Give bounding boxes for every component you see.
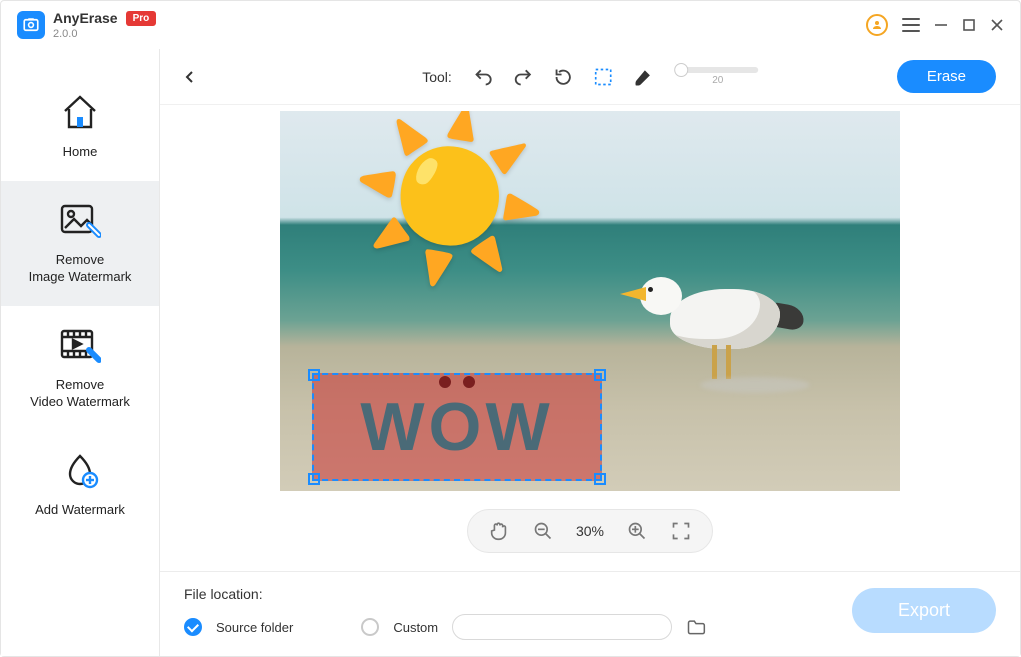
selection-handle-bl[interactable]	[308, 473, 320, 485]
sidebar-item-remove-video-watermark[interactable]: Remove Video Watermark	[1, 306, 159, 431]
main-panel: Tool: 20	[159, 49, 1020, 656]
source-folder-label: Source folder	[216, 620, 293, 635]
account-icon[interactable]	[866, 14, 888, 36]
toolbar: Tool: 20	[160, 49, 1020, 105]
marquee-tool-button[interactable]	[592, 66, 614, 88]
sidebar-item-label: Add Watermark	[35, 501, 125, 519]
titlebar: AnyErase Pro 2.0.0	[1, 1, 1020, 49]
bottom-bar: File location: Source folder Custom Expo…	[160, 571, 1020, 656]
pro-badge: Pro	[126, 11, 157, 26]
export-button[interactable]: Export	[852, 588, 996, 633]
sidebar-item-add-watermark[interactable]: Add Watermark	[1, 431, 159, 539]
tool-label: Tool:	[422, 69, 452, 85]
back-button[interactable]	[178, 65, 202, 89]
zoom-value: 30%	[576, 523, 604, 539]
sidebar-item-home[interactable]: Home	[1, 73, 159, 181]
sidebar-item-label: Remove Video Watermark	[30, 376, 130, 411]
add-watermark-icon	[59, 449, 101, 491]
seagull	[640, 259, 800, 389]
erase-button[interactable]: Erase	[897, 60, 996, 93]
selection-rectangle[interactable]: WOW	[312, 373, 602, 481]
window-controls	[866, 14, 1004, 36]
redo-button[interactable]	[512, 66, 534, 88]
sidebar-item-label: Remove Image Watermark	[29, 251, 132, 286]
sidebar-item-label: Home	[63, 143, 98, 161]
sidebar: Home Remove Image Watermark Remove Video…	[1, 49, 159, 656]
sidebar-item-remove-image-watermark[interactable]: Remove Image Watermark	[1, 181, 159, 306]
brush-tool-button[interactable]	[632, 66, 654, 88]
canvas-area: ☀️ WOW	[160, 105, 1020, 571]
brush-size-slider[interactable]: 20	[678, 67, 758, 86]
app-title-block: AnyErase Pro 2.0.0	[53, 10, 156, 40]
app-logo-icon	[17, 11, 45, 39]
zoom-in-button[interactable]	[626, 520, 648, 542]
brush-size-value: 20	[712, 75, 723, 86]
remove-video-watermark-icon	[59, 324, 101, 366]
zoom-out-button[interactable]	[532, 520, 554, 542]
selection-handle-tr[interactable]	[594, 369, 606, 381]
fullscreen-button[interactable]	[670, 520, 692, 542]
custom-path-input[interactable]	[452, 614, 672, 640]
watermark-text: WOW	[360, 388, 553, 466]
undo-button[interactable]	[472, 66, 494, 88]
remove-image-watermark-icon	[59, 199, 101, 241]
custom-folder-label: Custom	[393, 620, 438, 635]
menu-icon[interactable]	[902, 18, 920, 32]
app-version: 2.0.0	[53, 28, 156, 40]
pan-button[interactable]	[488, 520, 510, 542]
selection-handle-br[interactable]	[594, 473, 606, 485]
minimize-button[interactable]	[934, 18, 948, 32]
maximize-button[interactable]	[962, 18, 976, 32]
sun-sticker: ☀️	[350, 117, 549, 277]
app-title: AnyErase	[53, 10, 118, 26]
zoom-controls: 30%	[467, 509, 713, 553]
browse-folder-button[interactable]	[686, 617, 706, 637]
home-icon	[59, 91, 101, 133]
image-canvas[interactable]: ☀️ WOW	[280, 111, 900, 491]
reset-button[interactable]	[552, 66, 574, 88]
selection-handle-tl[interactable]	[308, 369, 320, 381]
custom-folder-radio[interactable]	[361, 618, 379, 636]
source-folder-radio[interactable]	[184, 618, 202, 636]
close-button[interactable]	[990, 18, 1004, 32]
